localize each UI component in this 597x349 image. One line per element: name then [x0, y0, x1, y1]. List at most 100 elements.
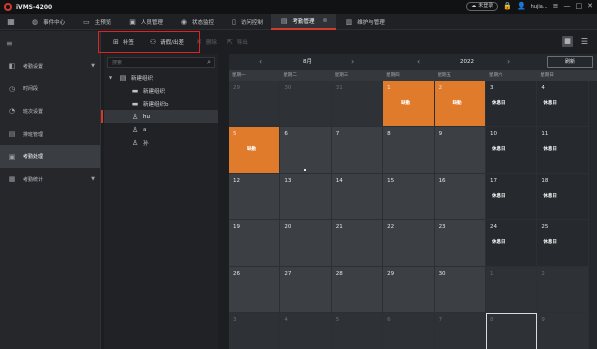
highlight-box [98, 31, 200, 53]
tree-node-label: 新建组织b [143, 101, 169, 108]
next-year-icon[interactable]: › [507, 56, 510, 68]
calendar-day-cell[interactable]: 10 休息日 [485, 127, 538, 174]
tab-label: 人员管理 [140, 19, 163, 26]
day-number: 26 [233, 270, 240, 277]
calendar-day-cell[interactable]: 27 [280, 266, 332, 313]
calendar-day-cell[interactable]: 29 [229, 81, 281, 128]
next-month-icon[interactable]: › [351, 56, 354, 68]
calendar-day-cell[interactable]: 6 [280, 127, 332, 174]
calendar-day-cell[interactable]: 29 [383, 266, 435, 313]
calendar-day-cell[interactable]: 14 [331, 173, 384, 221]
calendar-day-cell[interactable]: 9 [434, 127, 486, 174]
maximize-icon[interactable]: □ [576, 2, 583, 11]
calendar-day-cell[interactable]: 4 [280, 312, 332, 349]
tab-status-monitor[interactable]: ◉ 状态监控 [171, 14, 222, 30]
calendar-day-cell[interactable]: 20 [280, 220, 332, 267]
minimize-icon[interactable]: — [564, 2, 571, 11]
calendar-day-cell[interactable]: 30 [280, 81, 332, 128]
day-number: 18 [541, 177, 549, 184]
calendar-day-cell[interactable]: 8 [485, 312, 538, 349]
day-number: 4 [284, 316, 288, 323]
tab-attendance[interactable]: ▤ 考勤管理 ⊗ [270, 13, 336, 30]
menu-icon[interactable]: ≡ [553, 2, 559, 11]
calendar-day-cell[interactable]: 7 [331, 127, 384, 174]
calendar-day-cell[interactable]: 25 休息日 [537, 220, 589, 267]
calendar-day-cell[interactable]: 4 休息日 [537, 81, 589, 128]
grid-view-icon[interactable]: ▦ [562, 36, 573, 47]
calendar-day-cell[interactable]: 1 [485, 266, 538, 313]
calendar-day-cell[interactable]: 28 [331, 266, 384, 313]
refresh-button[interactable]: 刷新 [547, 56, 593, 68]
prev-month-icon[interactable]: ‹ [259, 56, 262, 68]
calendar-day-cell[interactable]: 1 缺勤 [383, 81, 435, 128]
calendar-day-cell[interactable]: 9 [537, 312, 589, 349]
sidebar-item-schedule-management[interactable]: ▤ 排班管理 [0, 123, 100, 146]
day-number: 27 [284, 270, 292, 277]
day-number: 15 [387, 177, 395, 184]
calendar-day-cell[interactable]: 7 [434, 312, 486, 349]
person-icon: ♙ [131, 125, 139, 134]
search-icon[interactable]: ⌕ [207, 58, 211, 67]
calendar-day-cell[interactable]: 6 [383, 312, 435, 349]
tab-access-control[interactable]: ▯ 访问控制 [222, 14, 271, 30]
home-grid-icon[interactable]: ▦ [0, 17, 22, 26]
tab-person-management[interactable]: ▣ 人员管理 [119, 14, 171, 30]
calendar-day-cell[interactable]: 30 [434, 266, 486, 313]
monitor-icon: ▭ [83, 17, 90, 26]
calendar-day-cell[interactable]: 24 休息日 [485, 220, 538, 267]
calendar-day-cell[interactable]: 12 [229, 173, 281, 221]
calendar-day-cell[interactable]: 19 [229, 220, 281, 267]
tree-node-folder[interactable]: ▬ 新建组织 [104, 84, 218, 97]
weekday-label: 星期日 [540, 73, 554, 78]
calendar-day-cell[interactable]: 8 [383, 127, 435, 174]
sidebar-item-attendance-process[interactable]: ▣ 考勤处理 [0, 145, 100, 168]
calendar-day-cell[interactable]: 16 [434, 173, 486, 221]
tab-main-view[interactable]: ▭ 主预览 [73, 14, 119, 30]
tree-node-person[interactable]: ♙ 孙 [104, 136, 218, 149]
tree-node-root-org[interactable]: ▼ ▤ 新建组织 [104, 71, 218, 84]
tree-node-person[interactable]: ♙ a [104, 123, 218, 136]
calendar-day-cell[interactable]: 23 [434, 220, 486, 267]
tab-label: 考勤管理 [292, 18, 315, 25]
calendar-day-cell[interactable]: 3 [229, 312, 281, 349]
day-number: 7 [335, 131, 340, 138]
calendar-day-cell[interactable]: 5 缺勤 [229, 127, 281, 174]
sidebar-item-label: 时间段 [23, 86, 39, 93]
app-title: iVMS-4200 [16, 3, 53, 11]
lock-icon[interactable]: 🔒 [503, 2, 512, 11]
calendar-day-cell[interactable]: 17 休息日 [485, 173, 538, 221]
close-icon[interactable]: ✕ [587, 2, 593, 11]
calendar-day-cell[interactable]: 2 缺勤 [434, 81, 486, 128]
sidebar-item-attendance-statistics[interactable]: ▦ 考勤统计 ▼ [0, 168, 100, 191]
sidebar-item-time-period[interactable]: ◷ 时间段 [0, 78, 100, 101]
calendar-day-cell[interactable]: 5 [331, 312, 384, 349]
calendar-day-cell[interactable]: 11 休息日 [537, 127, 589, 174]
calendar-day-cell[interactable]: 22 [383, 220, 435, 267]
calendar-day-cell[interactable]: 18 休息日 [537, 173, 589, 221]
calendar-day-cell[interactable]: 31 [331, 81, 384, 128]
cloud-login-button[interactable]: ☁ 未登录 [466, 2, 499, 11]
search-input[interactable] [112, 59, 214, 66]
tab-maintenance[interactable]: ▥ 维护与管理 [336, 14, 393, 30]
calendar-day-cell[interactable]: 2 [537, 266, 589, 313]
tree-node-folder[interactable]: ▬ 新建组织b [104, 97, 218, 110]
list-view-icon[interactable]: ☰ [579, 36, 590, 47]
export-button[interactable]: ⇱ 导出 [227, 38, 248, 46]
calendar-day-cell[interactable]: 21 [331, 220, 384, 267]
tab-close-icon[interactable]: ⊗ [323, 17, 328, 24]
calendar-day-cell[interactable]: 3 休息日 [485, 81, 538, 128]
calendar-day-cell[interactable]: 26 [229, 266, 281, 313]
weekday-label: 星期一 [232, 73, 246, 78]
sidebar-item-shift-settings[interactable]: ◔ 班次设置 [0, 100, 100, 123]
status-monitor-icon: ◉ [180, 17, 188, 26]
expand-triangle-icon[interactable]: ▼ [109, 75, 115, 80]
tree-node-person[interactable]: ♙ hu [101, 110, 218, 123]
sidebar-collapse-icon[interactable]: ≡ [0, 31, 100, 55]
tab-event-center[interactable]: ◍ 事件中心 [22, 14, 73, 30]
schedule-icon: ▤ [8, 130, 16, 139]
calendar-day-cell[interactable]: 13 [280, 173, 332, 221]
calendar-day-cell[interactable]: 15 [383, 173, 435, 221]
sidebar-item-attendance-settings[interactable]: ◧ 考勤设置 ▼ [0, 55, 100, 78]
user-name[interactable]: hujia... [531, 4, 548, 10]
prev-year-icon[interactable]: ‹ [417, 56, 420, 68]
